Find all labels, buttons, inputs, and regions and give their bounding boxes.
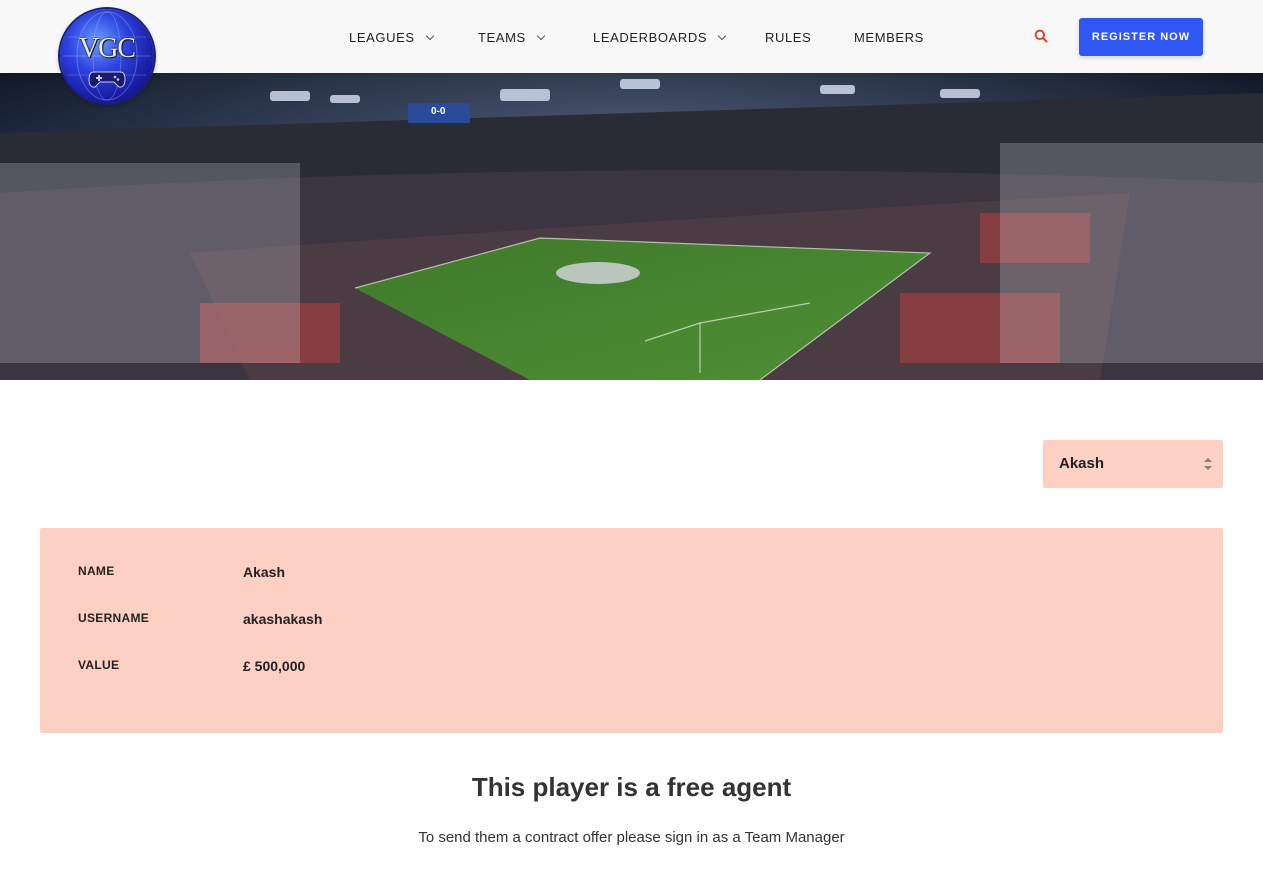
username-value: akashakash bbox=[243, 611, 323, 627]
name-value: Akash bbox=[243, 564, 286, 580]
nav-leaderboards-label: LEADERBOARDS bbox=[593, 30, 708, 45]
free-agent-heading: This player is a free agent bbox=[471, 772, 792, 802]
nav-members[interactable]: MEMBERS bbox=[854, 30, 924, 45]
sort-arrows-icon bbox=[1203, 456, 1213, 477]
nav-leaderboards[interactable]: LEADERBOARDS bbox=[593, 30, 727, 45]
nav-rules[interactable]: RULES bbox=[765, 30, 811, 45]
nav-teams-label: TEAMS bbox=[478, 30, 526, 45]
nav-teams[interactable]: TEAMS bbox=[478, 30, 546, 45]
nav-members-label: MEMBERS bbox=[854, 30, 924, 45]
vgc-logo[interactable]: VGC bbox=[60, 9, 154, 103]
hero-stadium-image: 0-0 bbox=[0, 73, 1263, 380]
logo-text: VGC bbox=[78, 33, 136, 64]
register-now-button[interactable]: REGISTER NOW bbox=[1079, 18, 1203, 56]
name-label: NAME bbox=[78, 564, 115, 578]
contract-offer-message: To send them a contract offer please sig… bbox=[418, 829, 845, 846]
chevron-down-icon bbox=[536, 31, 546, 41]
player-select-dropdown[interactable]: Akash bbox=[1043, 440, 1223, 488]
site-header: LEAGUES TEAMS LEADERBOARDS RULES MEMBERS… bbox=[0, 0, 1263, 73]
value-label: VALUE bbox=[78, 658, 120, 672]
scoreboard: 0-0 bbox=[431, 106, 446, 117]
chevron-down-icon bbox=[425, 31, 434, 41]
gamepad-icon bbox=[88, 71, 126, 88]
username-label: USERNAME bbox=[78, 611, 150, 625]
player-info-card: NAME Akash USERNAME akashakash VALUE £ 5… bbox=[40, 528, 1223, 733]
nav-rules-label: RULES bbox=[765, 30, 812, 45]
chevron-down-icon bbox=[717, 31, 727, 41]
nav-leagues-label: LEAGUES bbox=[349, 30, 415, 45]
player-select-value: Akash bbox=[1059, 455, 1105, 472]
nav-leagues[interactable]: LEAGUES bbox=[349, 30, 434, 45]
search-icon[interactable] bbox=[1034, 29, 1048, 48]
stadium-graphic bbox=[0, 73, 1263, 380]
value-value: £ 500,000 bbox=[243, 658, 306, 674]
